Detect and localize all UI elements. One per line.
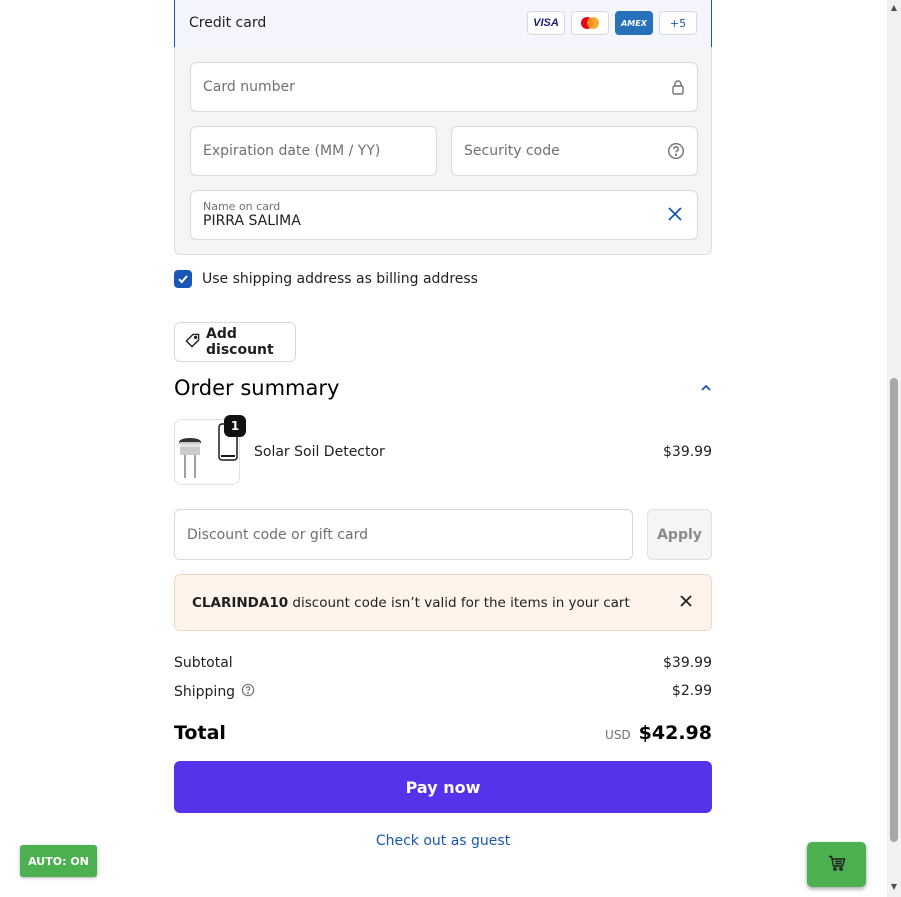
checkout-as-guest-link[interactable]: Check out as guest <box>174 833 712 849</box>
error-message: discount code isn’t valid for the items … <box>288 594 630 611</box>
scroll-up-arrow[interactable]: ▲ <box>890 4 898 12</box>
card-fields-panel: Card number Expiration date (MM / YY) Se… <box>174 47 712 255</box>
product-thumbnail: 1 <box>174 415 246 485</box>
card-number-placeholder: Card number <box>203 79 295 95</box>
tag-icon <box>185 333 200 352</box>
payment-method-label: Credit card <box>189 15 267 31</box>
help-icon[interactable] <box>241 683 255 701</box>
clear-icon[interactable] <box>667 206 683 226</box>
subtotal-label: Subtotal <box>174 655 233 671</box>
pay-now-button[interactable]: Pay now <box>174 761 712 813</box>
scroll-down-arrow[interactable]: ▼ <box>890 883 898 891</box>
shipping-value: $2.99 <box>671 683 712 699</box>
chevron-up-icon[interactable] <box>700 381 712 397</box>
cart-button[interactable] <box>807 842 866 887</box>
scroll-thumb[interactable] <box>890 378 898 842</box>
cart-icon <box>828 855 846 875</box>
security-code-placeholder: Security code <box>464 143 560 159</box>
subtotal-row: Subtotal $39.99 <box>174 655 712 671</box>
expiration-date-field[interactable]: Expiration date (MM / YY) <box>190 126 437 176</box>
amex-logo: AMEX <box>615 11 653 35</box>
product-name: Solar Soil Detector <box>254 444 385 460</box>
discount-error-text: CLARINDA10 discount code isn’t valid for… <box>192 595 630 611</box>
discount-code-input[interactable]: Discount code or gift card <box>174 509 633 560</box>
page-scrollbar[interactable]: ▲ ▼ <box>887 0 901 897</box>
quantity-badge: 1 <box>224 415 246 437</box>
billing-address-option[interactable]: Use shipping address as billing address <box>174 270 478 288</box>
auto-mode-badge[interactable]: AUTO: ON <box>20 845 97 877</box>
order-summary-title: Order summary <box>174 376 340 400</box>
total-row: Total USD $42.98 <box>174 722 712 744</box>
discount-code-placeholder: Discount code or gift card <box>187 526 368 543</box>
billing-checkbox-label: Use shipping address as billing address <box>202 271 478 287</box>
mastercard-logo <box>571 11 609 35</box>
close-icon[interactable] <box>679 594 693 612</box>
shipping-label: Shipping <box>174 684 236 700</box>
visa-logo: VISA <box>527 11 565 35</box>
subtotal-value: $39.99 <box>663 655 712 671</box>
error-discount-code: CLARINDA10 <box>192 594 289 611</box>
currency-code: USD <box>605 728 631 742</box>
add-discount-button[interactable]: Add discount <box>174 322 296 362</box>
shipping-row: Shipping $2.99 <box>174 683 712 701</box>
shipping-label-wrap: Shipping <box>174 683 255 701</box>
security-code-field[interactable]: Security code <box>451 126 698 176</box>
total-value: $42.98 <box>638 722 712 744</box>
total-amount: USD $42.98 <box>605 722 712 744</box>
more-card-logos: +5 <box>659 11 697 35</box>
total-label: Total <box>174 722 226 744</box>
name-on-card-label: Name on card <box>203 200 281 213</box>
name-on-card-value: PIRRA SALIMA <box>203 213 301 229</box>
name-on-card-field[interactable]: Name on card PIRRA SALIMA <box>190 190 698 240</box>
expiration-placeholder: Expiration date (MM / YY) <box>203 143 381 159</box>
billing-checkbox[interactable] <box>174 270 192 288</box>
card-logos: VISA AMEX +5 <box>527 11 697 35</box>
help-icon[interactable] <box>667 142 685 160</box>
card-number-field[interactable]: Card number <box>190 62 698 112</box>
lock-icon <box>671 79 685 95</box>
credit-card-option[interactable]: Credit card VISA AMEX +5 <box>174 0 712 48</box>
apply-button[interactable]: Apply <box>647 509 712 560</box>
add-discount-label: Add discount <box>206 326 274 358</box>
product-price: $39.99 <box>663 444 712 460</box>
discount-error-banner: CLARINDA10 discount code isn’t valid for… <box>174 574 712 631</box>
